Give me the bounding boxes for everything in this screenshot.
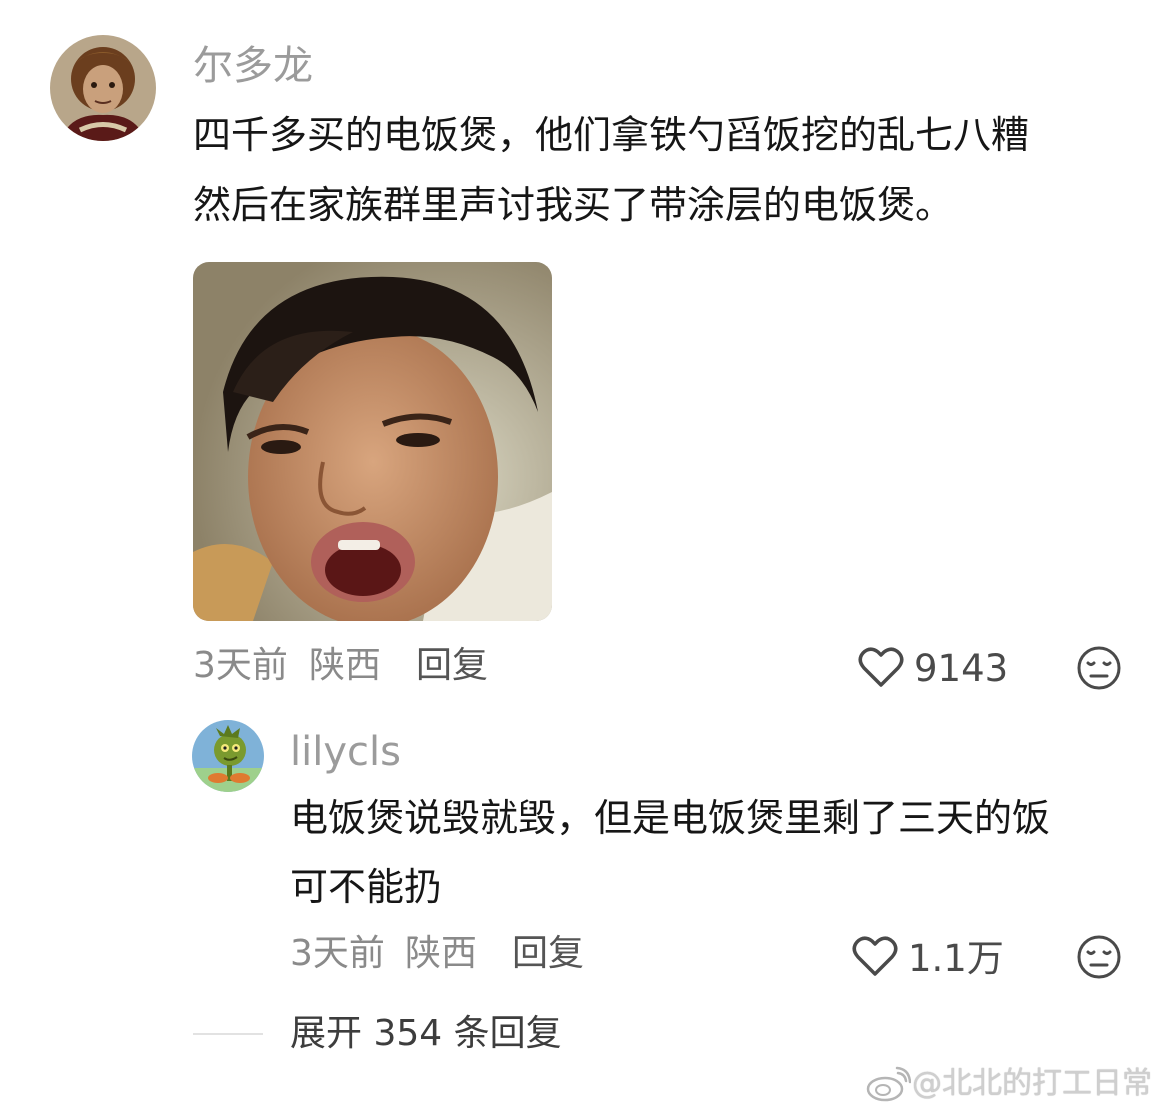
comment-text-line-1: 四千多买的电饭煲，他们拿铁勺舀饭挖的乱七八糟 bbox=[193, 113, 1030, 157]
reply-location: 陕西 bbox=[405, 933, 478, 974]
comment-like-count: 9143 bbox=[914, 647, 1009, 690]
comment-reply-button[interactable]: 回复 bbox=[416, 648, 488, 684]
reply-like-count: 1.1万 bbox=[908, 937, 1004, 980]
comment-reaction-button[interactable] bbox=[1076, 645, 1122, 691]
reply-time: 3天前 bbox=[290, 933, 385, 974]
reply-reaction-button[interactable] bbox=[1076, 934, 1122, 980]
watermark-text: @北北的打工日常 bbox=[912, 1066, 1152, 1101]
reply-text-line-2: 可不能扔 bbox=[290, 865, 443, 909]
comment-text-line-2: 然后在家族群里声讨我买了带涂层的电饭煲。 bbox=[193, 183, 954, 227]
neutral-face-icon bbox=[1077, 935, 1121, 979]
weibo-logo-icon bbox=[865, 1065, 912, 1103]
comment-time: 3天前 bbox=[193, 645, 288, 686]
heart-outline-icon bbox=[858, 647, 904, 687]
commenter-avatar[interactable] bbox=[50, 35, 156, 141]
reply-like-button[interactable] bbox=[852, 934, 898, 978]
commenter-username[interactable]: 尔多龙 bbox=[193, 46, 313, 86]
comment-location: 陕西 bbox=[309, 645, 382, 686]
replier-username[interactable]: lilycls bbox=[290, 732, 401, 772]
heart-outline-icon bbox=[852, 936, 898, 976]
replier-avatar[interactable] bbox=[192, 720, 264, 792]
comment-like-button[interactable] bbox=[858, 645, 904, 689]
comment-meme-image[interactable] bbox=[193, 262, 552, 621]
expand-replies-button[interactable]: 展开 354 条回复 bbox=[290, 1016, 562, 1052]
expand-replies-divider bbox=[193, 1033, 263, 1035]
neutral-face-icon bbox=[1077, 646, 1121, 690]
reply-reply-button[interactable]: 回复 bbox=[512, 936, 584, 972]
reply-text-line-1: 电饭煲说毁就毁，但是电饭煲里剩了三天的饭 bbox=[290, 796, 1051, 840]
